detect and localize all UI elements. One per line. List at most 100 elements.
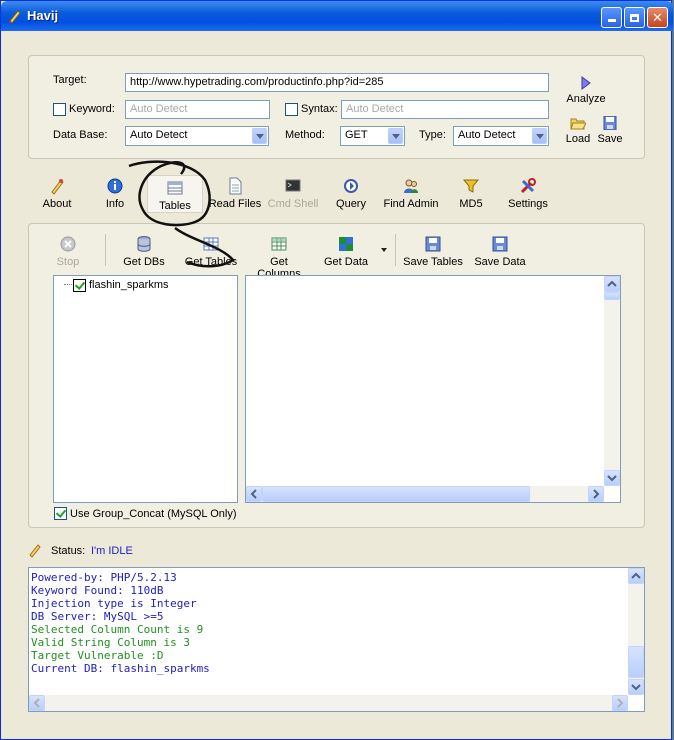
terminal-icon (285, 179, 301, 192)
log-line: Current DB: flashin_sparkms (31, 662, 210, 675)
scroll-left-button[interactable] (246, 486, 262, 502)
group-concat-checkbox[interactable] (54, 507, 67, 520)
log-line: Injection type is Integer (31, 597, 197, 610)
save-tables-button[interactable]: Save Tables (401, 235, 465, 268)
pen-icon (51, 179, 64, 195)
scroll-right-button[interactable] (588, 486, 604, 502)
log-output[interactable]: Powered-by: PHP/5.2.13 Keyword Found: 110… (28, 567, 645, 712)
keyword-checkbox[interactable] (53, 103, 66, 116)
horizontal-scrollbar[interactable] (246, 486, 604, 502)
keyword-label: Keyword: (69, 103, 115, 115)
tree-view[interactable]: flashin_sparkms (53, 275, 238, 503)
chevron-down-icon[interactable] (532, 128, 547, 144)
save-data-label: Save Data (474, 256, 526, 268)
type-select[interactable]: Auto Detect (453, 126, 549, 146)
stop-icon (60, 236, 76, 252)
tools-icon (520, 178, 536, 194)
horizontal-scrollbar[interactable] (29, 695, 628, 711)
log-line: Keyword Found: 110dB (31, 584, 164, 597)
tree-item-checkbox[interactable] (73, 279, 86, 292)
close-button[interactable]: ✕ (647, 7, 668, 28)
status-pen-icon (29, 544, 41, 558)
minimize-button[interactable] (601, 7, 622, 28)
scroll-thumb[interactable] (262, 486, 530, 502)
chevron-down-icon (607, 475, 617, 482)
save-data-button[interactable]: Save Data (471, 235, 529, 268)
vertical-scrollbar[interactable] (628, 568, 644, 695)
status-label: Status: (51, 545, 86, 557)
tab-settings-label: Settings (508, 198, 548, 210)
tree-item-label: flashin_sparkms (89, 279, 169, 291)
database-label: Data Base: (53, 129, 108, 141)
tab-find-admin[interactable]: Find Admin (381, 177, 441, 210)
save-button[interactable]: Save (595, 115, 625, 145)
tab-query-label: Query (336, 198, 366, 210)
stop-button[interactable]: Stop (51, 235, 85, 268)
database-select-value: Auto Detect (130, 129, 188, 141)
target-group: Target: http://www.hypetrading.com/produ… (28, 55, 645, 159)
tab-cmd-shell[interactable]: Cmd Shell (265, 177, 321, 210)
query-icon (344, 179, 358, 193)
scroll-left-button[interactable] (29, 695, 45, 711)
chevron-down-icon[interactable] (252, 128, 267, 144)
save-tables-label: Save Tables (403, 256, 463, 268)
play-arrow-icon (581, 76, 591, 90)
scroll-down-button[interactable] (628, 679, 644, 695)
data-grid[interactable] (245, 275, 621, 503)
tab-settings[interactable]: Settings (501, 177, 555, 210)
scroll-down-button[interactable] (604, 470, 620, 486)
chevron-up-icon (607, 280, 617, 287)
title-bar[interactable]: Havij ✕ (1, 1, 673, 31)
scroll-up-button[interactable] (604, 276, 620, 292)
chevron-down-icon (631, 684, 641, 691)
method-label: Method: (285, 129, 325, 141)
target-label: Target: (53, 74, 87, 86)
scroll-thumb[interactable] (628, 646, 644, 678)
load-button[interactable]: Load (565, 116, 591, 145)
scroll-up-button[interactable] (628, 568, 644, 584)
syntax-input[interactable]: Auto Detect (341, 100, 549, 119)
chevron-right-icon (593, 489, 600, 499)
scroll-right-button[interactable] (612, 695, 628, 711)
log-line: Selected Column Count is 9 (31, 623, 204, 636)
syntax-label: Syntax: (301, 103, 338, 115)
load-label: Load (565, 133, 591, 145)
floppy-disk-icon (603, 115, 617, 131)
window-title: Havij (27, 8, 59, 23)
get-data-label: Get Data (323, 256, 369, 268)
type-select-value: Auto Detect (458, 129, 516, 141)
database-select[interactable]: Auto Detect (125, 126, 269, 146)
get-data-button[interactable]: Get Data (321, 235, 371, 268)
save-label: Save (597, 133, 623, 145)
hand-drawn-annotation (128, 160, 235, 268)
floppy-disk-icon (492, 236, 508, 252)
target-url-input[interactable]: http://www.hypetrading.com/productinfo.p… (125, 73, 549, 92)
columns-icon (271, 237, 287, 251)
scroll-thumb[interactable] (604, 292, 620, 300)
log-line: Target Vulnerable :D (31, 649, 164, 662)
log-line: Powered-by: PHP/5.2.13 (31, 571, 177, 584)
tab-about[interactable]: About (31, 177, 83, 210)
method-select[interactable]: GET (340, 126, 405, 146)
chevron-right-icon (617, 698, 624, 708)
syntax-checkbox[interactable] (285, 103, 298, 116)
get-data-dropdown-arrow[interactable] (381, 248, 387, 252)
analyze-button[interactable]: Analyze (563, 76, 609, 105)
log-line: DB Server: MySQL >=5 (31, 610, 164, 623)
stop-label: Stop (56, 256, 80, 268)
tab-query[interactable]: Query (329, 177, 373, 210)
keyword-input[interactable]: Auto Detect (125, 100, 270, 119)
analyze-label: Analyze (566, 93, 606, 105)
status-value: I'm IDLE (91, 545, 133, 557)
close-icon: ✕ (652, 10, 663, 25)
toolbar-separator (105, 234, 106, 266)
tab-md5[interactable]: MD5 (451, 177, 491, 210)
folder-open-icon (570, 118, 587, 130)
maximize-button[interactable] (624, 7, 645, 28)
get-columns-button[interactable]: Get Columns (247, 235, 311, 280)
chevron-left-icon (33, 698, 40, 708)
tab-md5-label: MD5 (459, 198, 483, 210)
chevron-down-icon[interactable] (388, 128, 403, 144)
vertical-scrollbar[interactable] (604, 276, 620, 486)
data-grid-icon (339, 237, 353, 251)
